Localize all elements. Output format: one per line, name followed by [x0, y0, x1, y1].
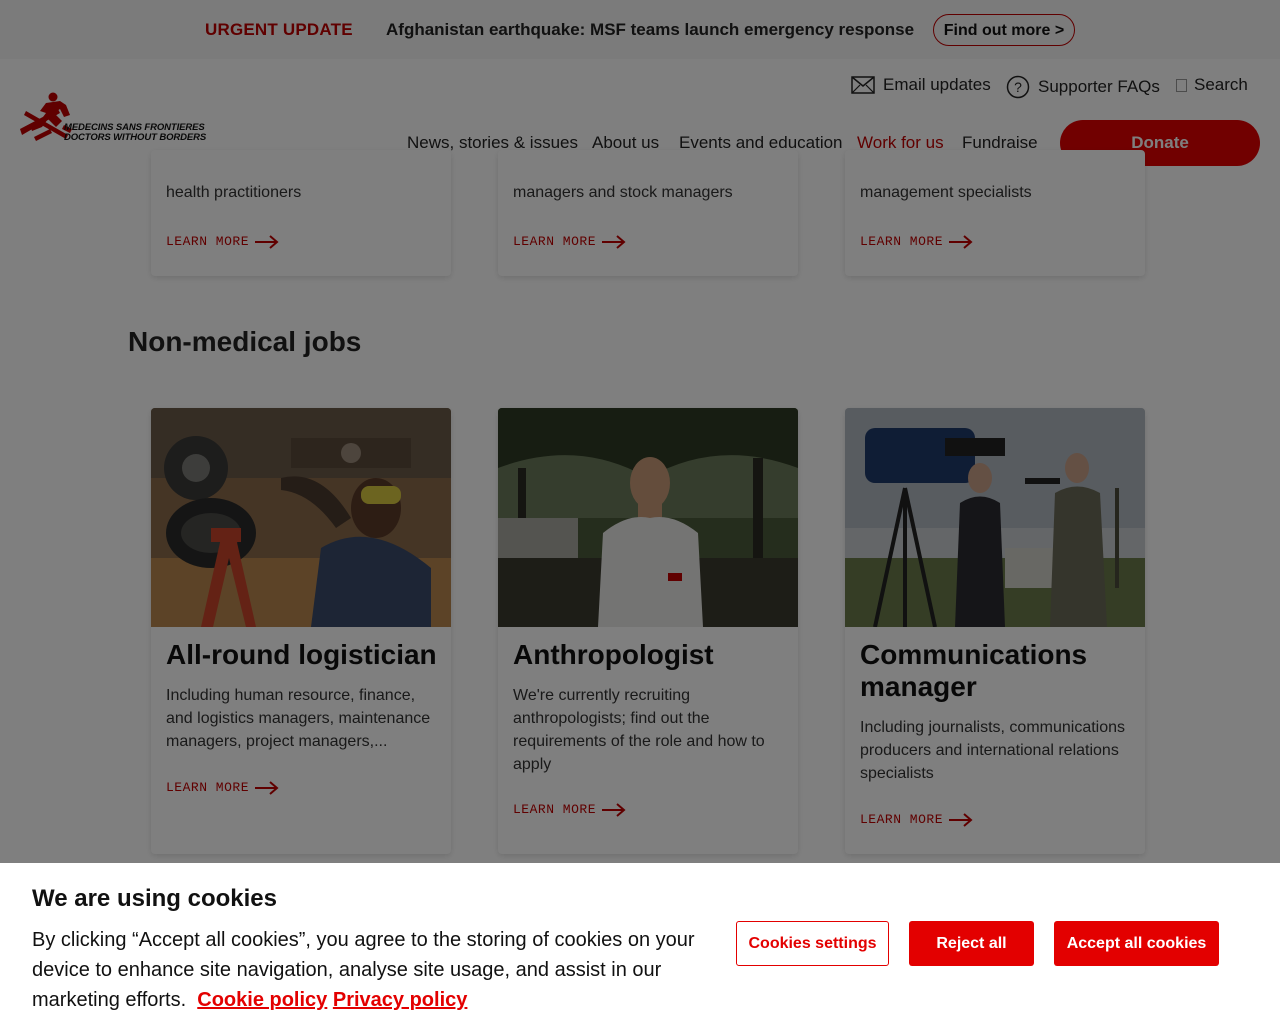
accept-all-cookies-button[interactable]: Accept all cookies	[1054, 921, 1219, 966]
privacy-policy-link[interactable]: Privacy policy	[333, 989, 468, 1011]
reject-all-button[interactable]: Reject all	[909, 921, 1034, 966]
cookie-banner: We are using cookies By clicking “Accept…	[0, 863, 1280, 1024]
cookie-message: By clicking “Accept all cookies”, you ag…	[32, 925, 722, 1015]
cookie-title: We are using cookies	[32, 885, 277, 912]
cookie-policy-link[interactable]: Cookie policy	[197, 989, 327, 1011]
cookies-settings-button[interactable]: Cookies settings	[736, 921, 889, 966]
